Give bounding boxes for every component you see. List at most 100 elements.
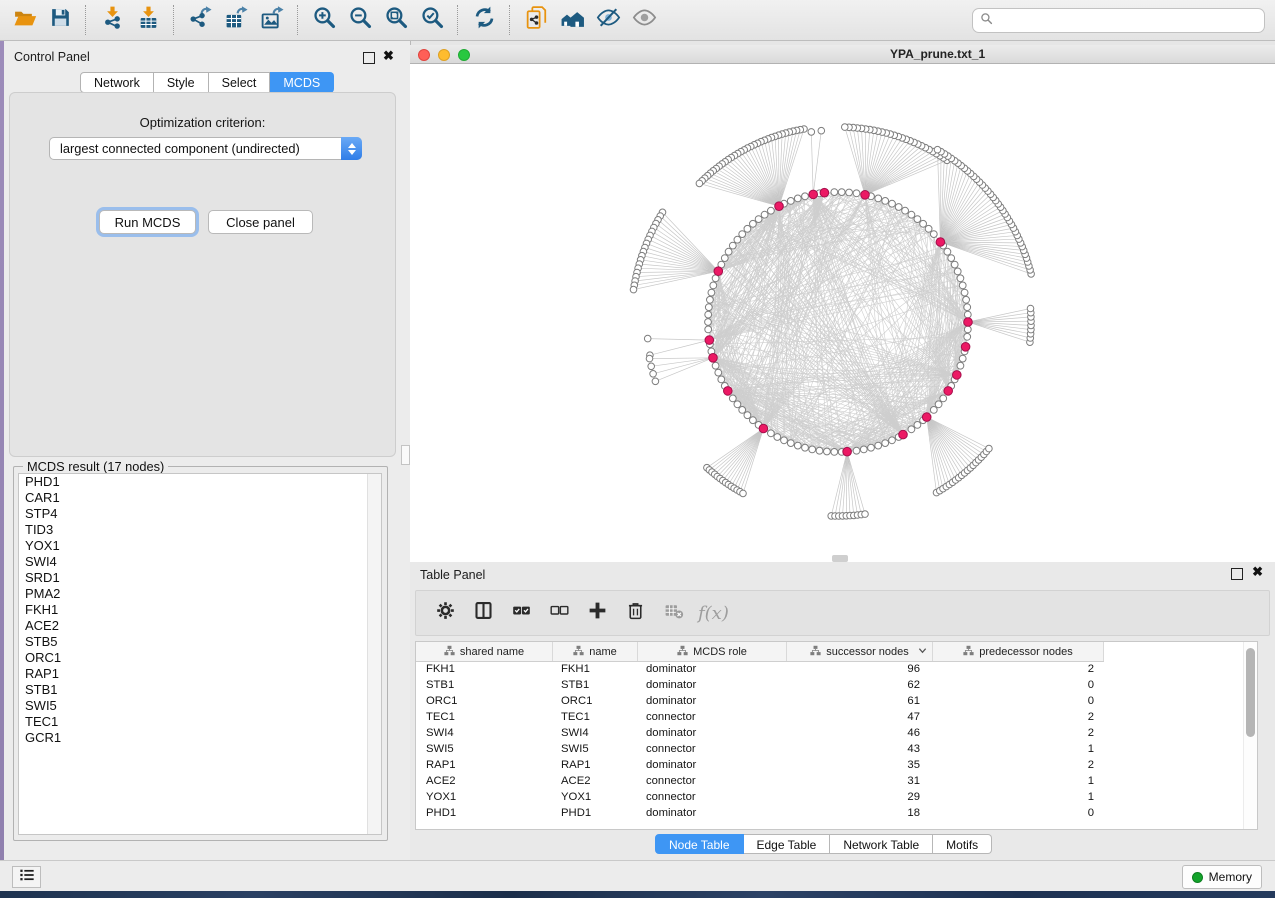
table-cell: 61 bbox=[787, 695, 933, 707]
toolbar-separator bbox=[173, 5, 175, 35]
column-header-predecessor-nodes[interactable]: predecessor nodes bbox=[933, 642, 1104, 661]
save-session-button[interactable] bbox=[42, 3, 78, 37]
close-table-panel-icon[interactable]: ✖ bbox=[1252, 565, 1263, 579]
export-network-button[interactable] bbox=[182, 3, 218, 37]
search-box[interactable] bbox=[972, 8, 1265, 33]
column-header-successor-nodes[interactable]: successor nodes bbox=[787, 642, 933, 661]
add-column-button[interactable] bbox=[580, 596, 614, 630]
mcds-result-item[interactable]: CAR1 bbox=[19, 490, 381, 506]
tab-mcds[interactable]: MCDS bbox=[270, 72, 334, 93]
table-scrollbar[interactable] bbox=[1243, 642, 1257, 829]
table-cell: 29 bbox=[787, 791, 933, 803]
mcds-result-item[interactable]: ACE2 bbox=[19, 618, 381, 634]
neighborhood-button[interactable] bbox=[554, 3, 590, 37]
delete-column-button[interactable] bbox=[618, 596, 652, 630]
table-cell: dominator bbox=[638, 807, 787, 819]
network-canvas[interactable] bbox=[410, 64, 1275, 562]
panel-list-button[interactable] bbox=[12, 866, 41, 888]
mcds-result-item[interactable]: RAP1 bbox=[19, 666, 381, 682]
canvas-scroll-handle[interactable] bbox=[832, 555, 848, 562]
table-row[interactable]: PHD1PHD1dominator180 bbox=[416, 805, 1257, 821]
mcds-result-item[interactable]: STP4 bbox=[19, 506, 381, 522]
optimization-dropdown[interactable]: largest connected component (undirected) bbox=[49, 137, 362, 160]
memory-button[interactable]: Memory bbox=[1182, 865, 1262, 889]
zoom-in-button[interactable] bbox=[306, 3, 342, 37]
dropdown-stepper-icon[interactable] bbox=[341, 137, 362, 160]
hide-graphics-button[interactable] bbox=[590, 3, 626, 37]
table-row[interactable]: ORC1ORC1dominator610 bbox=[416, 693, 1257, 709]
maximize-window-icon[interactable] bbox=[458, 49, 470, 61]
deselect-all-button[interactable] bbox=[542, 596, 576, 630]
column-header-MCDS-role[interactable]: MCDS role bbox=[638, 642, 787, 661]
table-row[interactable]: YOX1YOX1connector291 bbox=[416, 789, 1257, 805]
mcds-result-item[interactable]: STB5 bbox=[19, 634, 381, 650]
tab-network[interactable]: Network bbox=[80, 72, 154, 93]
mcds-result-item[interactable]: SWI4 bbox=[19, 554, 381, 570]
mcds-result-item[interactable]: SRD1 bbox=[19, 570, 381, 586]
close-window-icon[interactable] bbox=[418, 49, 430, 61]
gear-button[interactable] bbox=[428, 596, 462, 630]
mcds-result-item[interactable]: STB1 bbox=[19, 682, 381, 698]
zoom-fit-button[interactable] bbox=[378, 3, 414, 37]
network-window-titlebar[interactable]: YPA_prune.txt_1 bbox=[410, 45, 1275, 64]
mcds-result-item[interactable]: FKH1 bbox=[19, 602, 381, 618]
mcds-result-item[interactable]: PHD1 bbox=[19, 474, 381, 490]
show-graphics-button[interactable] bbox=[626, 3, 662, 37]
export-table-button[interactable] bbox=[218, 3, 254, 37]
mcds-result-item[interactable]: GCR1 bbox=[19, 730, 381, 746]
tab-select[interactable]: Select bbox=[209, 72, 271, 93]
column-header-shared-name[interactable]: shared name bbox=[416, 642, 553, 661]
tab-edge-table[interactable]: Edge Table bbox=[744, 834, 831, 854]
mcds-result-item[interactable]: YOX1 bbox=[19, 538, 381, 554]
float-table-panel-icon[interactable] bbox=[1231, 568, 1243, 580]
split-pane-icon bbox=[473, 600, 494, 626]
table-row[interactable]: RAP1RAP1dominator352 bbox=[416, 757, 1257, 773]
desktop-background-bottom bbox=[0, 890, 1275, 898]
node-table[interactable]: shared namenameMCDS rolesuccessor nodesp… bbox=[415, 641, 1258, 830]
run-mcds-button[interactable]: Run MCDS bbox=[99, 210, 196, 234]
tab-style[interactable]: Style bbox=[154, 72, 209, 93]
close-panel-icon[interactable]: ✖ bbox=[383, 49, 394, 63]
column-header-name[interactable]: name bbox=[553, 642, 638, 661]
minimize-window-icon[interactable] bbox=[438, 49, 450, 61]
split-pane-button[interactable] bbox=[466, 596, 500, 630]
status-bar: Memory bbox=[0, 860, 1275, 891]
select-all-button[interactable] bbox=[504, 596, 538, 630]
mcds-result-item[interactable]: PMA2 bbox=[19, 586, 381, 602]
table-cell: TEC1 bbox=[553, 711, 638, 723]
tab-network-table[interactable]: Network Table bbox=[830, 834, 933, 854]
mcds-result-item[interactable]: ORC1 bbox=[19, 650, 381, 666]
splitter-handle[interactable] bbox=[401, 445, 410, 465]
share-documents-button[interactable] bbox=[518, 3, 554, 37]
table-row[interactable]: SWI5SWI5connector431 bbox=[416, 741, 1257, 757]
table-row[interactable]: SWI4SWI4dominator462 bbox=[416, 725, 1257, 741]
search-input[interactable] bbox=[998, 13, 1264, 29]
zoom-selected-button[interactable] bbox=[414, 3, 450, 37]
mcds-result-item[interactable]: SWI5 bbox=[19, 698, 381, 714]
open-session-button[interactable] bbox=[6, 3, 42, 37]
add-column-icon bbox=[587, 600, 608, 626]
mcds-result-item[interactable]: TID3 bbox=[19, 522, 381, 538]
export-image-button[interactable] bbox=[254, 3, 290, 37]
mcds-result-item[interactable]: TEC1 bbox=[19, 714, 381, 730]
mcds-list-scrollbar[interactable] bbox=[367, 474, 381, 834]
table-row[interactable]: STB1STB1dominator620 bbox=[416, 677, 1257, 693]
chevron-down-icon[interactable] bbox=[918, 646, 927, 658]
table-row[interactable]: ACE2ACE2connector311 bbox=[416, 773, 1257, 789]
import-table-button[interactable] bbox=[130, 3, 166, 37]
table-row[interactable]: FKH1FKH1dominator962 bbox=[416, 661, 1257, 677]
tab-motifs[interactable]: Motifs bbox=[933, 834, 992, 854]
function-builder-button[interactable]: f(x) bbox=[698, 603, 729, 624]
refresh-button[interactable] bbox=[466, 3, 502, 37]
table-scrollbar-thumb[interactable] bbox=[1246, 648, 1255, 737]
column-grip-icon bbox=[810, 645, 821, 659]
table-cell: PHD1 bbox=[416, 807, 553, 819]
float-panel-icon[interactable] bbox=[363, 52, 375, 64]
tab-node-table[interactable]: Node Table bbox=[655, 834, 744, 854]
table-row[interactable]: TEC1TEC1connector472 bbox=[416, 709, 1257, 725]
zoom-out-button[interactable] bbox=[342, 3, 378, 37]
import-network-button[interactable] bbox=[94, 3, 130, 37]
delete-table-button[interactable] bbox=[656, 596, 690, 630]
close-panel-button[interactable]: Close panel bbox=[208, 210, 313, 234]
mcds-result-list[interactable]: PHD1CAR1STP4TID3YOX1SWI4SRD1PMA2FKH1ACE2… bbox=[18, 473, 382, 835]
